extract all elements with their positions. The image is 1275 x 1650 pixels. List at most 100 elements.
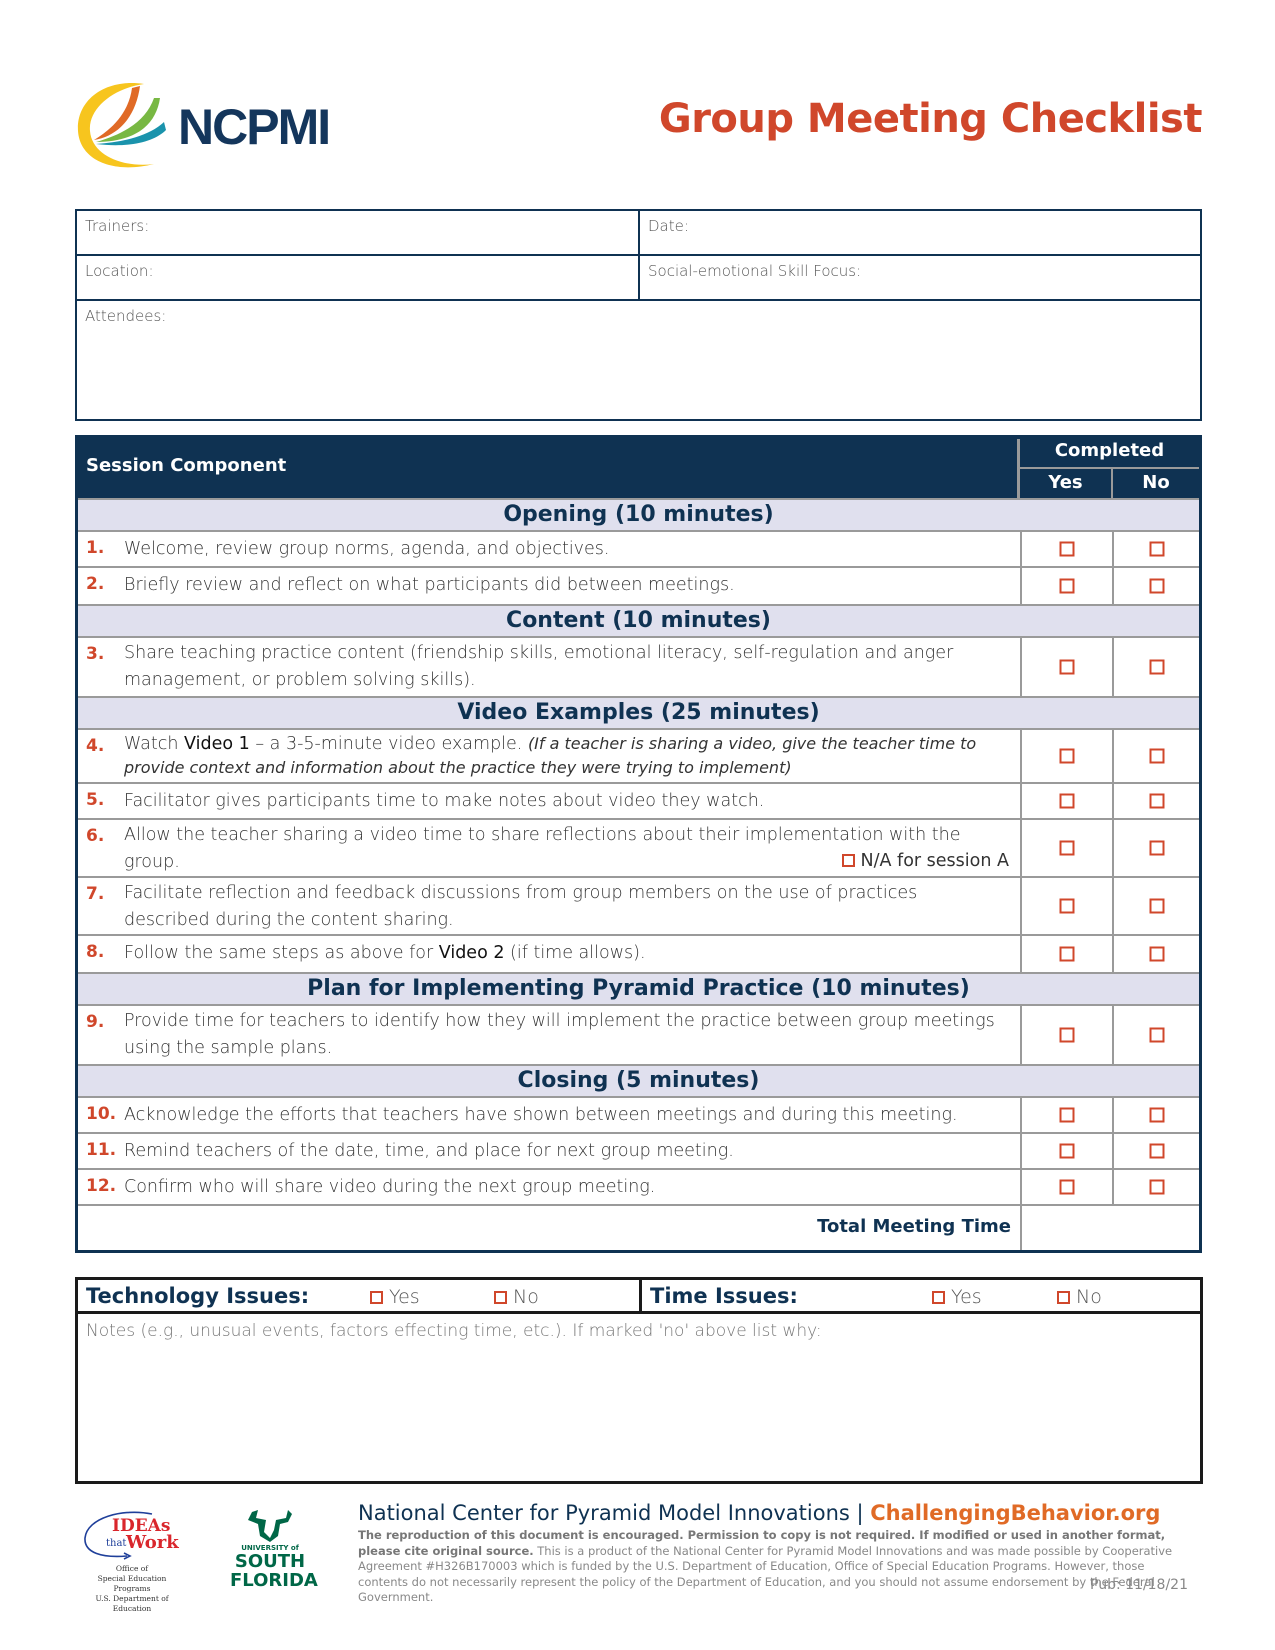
item-number: 4. <box>86 736 105 756</box>
checklist-item: 1. Welcome, review group norms, agenda, … <box>78 532 1199 568</box>
issues-box: Technology Issues: Yes No Time Issues: Y… <box>75 1277 1203 1484</box>
item-number: 5. <box>86 790 105 810</box>
tech-no-checkbox[interactable] <box>494 1291 507 1304</box>
date-label: Date: <box>648 217 689 235</box>
time-yes-option[interactable]: Yes <box>932 1286 982 1308</box>
item-number: 1. <box>86 538 105 558</box>
item-text: Welcome, review group norms, agenda, and… <box>124 539 610 559</box>
ideas-that-work-logo: IDEAs that Work Office of Special Educat… <box>82 1508 182 1613</box>
total-meeting-time-label: Total Meeting Time <box>817 1216 1011 1237</box>
no-checkbox[interactable] <box>1149 840 1164 856</box>
item-text: Confirm who will share video during the … <box>124 1177 656 1197</box>
osep-line-1: Office of <box>115 1564 149 1573</box>
no-checkbox[interactable] <box>1149 898 1164 914</box>
item-number: 3. <box>86 644 105 664</box>
yes-checkbox[interactable] <box>1059 793 1075 809</box>
yes-checkbox[interactable] <box>1059 541 1075 557</box>
col-no: No <box>1142 472 1170 493</box>
notes-label: Notes (e.g., unusual events, factors eff… <box>86 1321 822 1341</box>
col-session-component: Session Component <box>86 455 287 476</box>
challengingbehavior-link[interactable]: ChallengingBehavior.org <box>870 1501 1160 1525</box>
yes-checkbox[interactable] <box>1059 840 1075 856</box>
osep-line-2: Special Education Programs <box>97 1574 167 1593</box>
no-checkbox[interactable] <box>1149 1179 1164 1195</box>
na-checkbox[interactable] <box>841 854 855 867</box>
yes-checkbox[interactable] <box>1059 1179 1075 1195</box>
yes-label: Yes <box>951 1286 982 1308</box>
section-video-examples: Video Examples (25 minutes) <box>78 696 1199 730</box>
yes-checkbox[interactable] <box>1059 748 1075 764</box>
total-time-row: Total Meeting Time <box>78 1206 1199 1250</box>
no-label: No <box>513 1286 539 1308</box>
yes-checkbox[interactable] <box>1059 1027 1075 1043</box>
yes-checkbox[interactable] <box>1059 946 1075 962</box>
skill-focus-label: Social-emotional Skill Focus: <box>648 262 862 280</box>
no-checkbox[interactable] <box>1149 578 1164 594</box>
col-completed: Completed <box>1054 440 1165 461</box>
yes-label: Yes <box>389 1286 420 1308</box>
yes-checkbox[interactable] <box>1059 898 1075 914</box>
item-number: 10. <box>86 1104 117 1124</box>
yes-checkbox[interactable] <box>1059 578 1075 594</box>
ncpmi-swoosh-icon <box>77 83 166 168</box>
osep-line-3: U.S. Department of Education <box>95 1594 169 1613</box>
tech-yes-option[interactable]: Yes <box>370 1286 420 1308</box>
item-text: Watch Video 1 – a 3-5-minute video examp… <box>124 734 977 777</box>
footer-organization: National Center for Pyramid Model Innova… <box>358 1501 1160 1525</box>
no-checkbox[interactable] <box>1149 541 1164 557</box>
usf-south: SOUTH <box>234 1551 306 1572</box>
attendees-field[interactable]: Attendees: <box>77 301 1200 419</box>
page-title: Group Meeting Checklist <box>658 96 1203 142</box>
no-label: No <box>1076 1286 1102 1308</box>
no-checkbox[interactable] <box>1149 946 1164 962</box>
yes-checkbox[interactable] <box>1059 1107 1075 1123</box>
item-number: 12. <box>86 1176 117 1196</box>
checklist-item: 2. Briefly review and reflect on what pa… <box>78 568 1199 604</box>
no-checkbox[interactable] <box>1149 1107 1164 1123</box>
no-checkbox[interactable] <box>1149 748 1164 764</box>
section-content: Content (10 minutes) <box>78 604 1199 638</box>
tech-no-option[interactable]: No <box>494 1286 539 1308</box>
ncpmi-logo: NCPMI <box>74 76 331 176</box>
no-checkbox[interactable] <box>1149 1143 1164 1159</box>
item-text: Provide time for teachers to identify ho… <box>124 1011 995 1058</box>
tech-yes-checkbox[interactable] <box>370 1291 383 1304</box>
item-number: 2. <box>86 574 105 594</box>
no-checkbox[interactable] <box>1149 793 1164 809</box>
session-checklist-table: Session Component Completed Yes No Openi… <box>75 435 1202 1253</box>
time-no-checkbox[interactable] <box>1057 1291 1070 1304</box>
trainers-field[interactable]: Trainers: <box>77 211 640 256</box>
item-number: 7. <box>86 884 105 904</box>
time-no-option[interactable]: No <box>1057 1286 1102 1308</box>
total-meeting-time-input[interactable] <box>1020 1206 1199 1250</box>
checklist-item: 5. Facilitator gives participants time t… <box>78 784 1199 820</box>
time-yes-checkbox[interactable] <box>932 1291 945 1304</box>
item-text: Acknowledge the efforts that teachers ha… <box>124 1105 958 1125</box>
checklist-item: 8. Follow the same steps as above for Vi… <box>78 936 1199 972</box>
no-checkbox[interactable] <box>1149 1027 1164 1043</box>
item-text: Facilitator gives participants time to m… <box>124 791 765 811</box>
item-number: 8. <box>86 942 105 962</box>
checklist-item: 9. Provide time for teachers to identify… <box>78 1006 1199 1064</box>
no-checkbox[interactable] <box>1149 659 1164 675</box>
checklist-item: 12. Confirm who will share video during … <box>78 1170 1199 1206</box>
meeting-info-form: Trainers: Date: Location: Social-emotion… <box>75 209 1202 421</box>
notes-field[interactable]: Notes (e.g., unusual events, factors eff… <box>78 1317 1200 1481</box>
location-field[interactable]: Location: <box>77 256 640 301</box>
section-closing: Closing (5 minutes) <box>78 1064 1199 1098</box>
item-text: Facilitate reflection and feedback discu… <box>124 883 918 930</box>
yes-checkbox[interactable] <box>1059 659 1075 675</box>
na-option[interactable]: N/A for session A <box>841 851 1009 871</box>
item-number: 6. <box>86 826 105 846</box>
checklist-item: 10. Acknowledge the efforts that teacher… <box>78 1098 1199 1134</box>
skill-focus-field[interactable]: Social-emotional Skill Focus: <box>640 256 1200 301</box>
yes-checkbox[interactable] <box>1059 1143 1075 1159</box>
usf-logo: UNIVERSITY of SOUTH FLORIDA <box>230 1508 318 1603</box>
ncpmi-wordmark: NCPMI <box>178 99 331 155</box>
time-issues-label: Time Issues: <box>650 1284 798 1308</box>
footer-disclaimer: The reproduction of this document is enc… <box>358 1528 1198 1606</box>
checklist-item: 7. Facilitate reflection and feedback di… <box>78 878 1199 936</box>
technology-issues: Technology Issues: Yes No <box>78 1280 642 1314</box>
item-text: Briefly review and reflect on what parti… <box>124 575 735 595</box>
date-field[interactable]: Date: <box>640 211 1200 256</box>
